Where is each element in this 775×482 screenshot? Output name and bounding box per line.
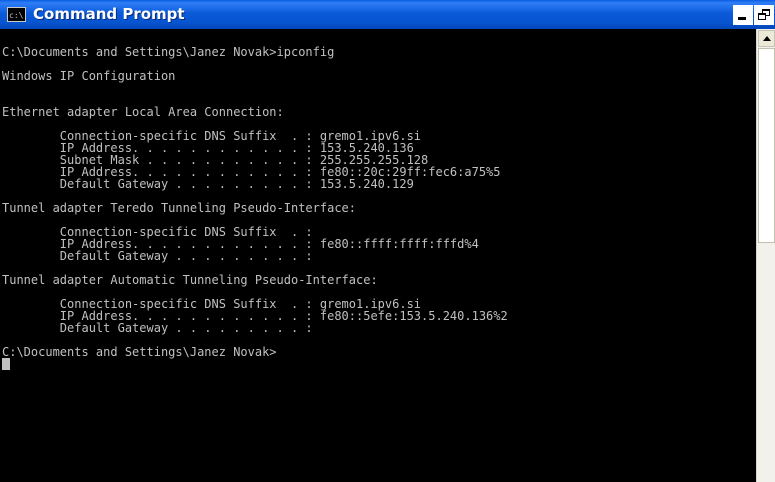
arrow-up-icon <box>763 36 771 41</box>
console-prompt-line[interactable]: C:\Documents and Settings\Janez Novak> <box>2 345 508 370</box>
console-line: Default Gateway . . . . . . . . . : <box>2 321 313 335</box>
console-line: Default Gateway . . . . . . . . . : <box>2 249 313 263</box>
console-output[interactable]: C:\Documents and Settings\Janez Novak>ip… <box>0 29 756 482</box>
window-title: Command Prompt <box>33 5 185 23</box>
scroll-up-button[interactable] <box>758 30 775 47</box>
console-line: Default Gateway . . . . . . . . . : 153.… <box>2 177 414 191</box>
vertical-scrollbar[interactable] <box>756 29 775 482</box>
minimize-icon <box>738 17 746 20</box>
restore-icon-front <box>758 13 766 20</box>
scroll-thumb[interactable] <box>758 48 775 243</box>
console-text: C:\Documents and Settings\Janez Novak>ip… <box>2 34 508 370</box>
console-line: Tunnel adapter Automatic Tunneling Pseud… <box>2 273 378 287</box>
console-line: Windows IP Configuration <box>2 69 176 83</box>
restore-icon <box>758 9 770 21</box>
restore-button[interactable] <box>754 5 774 25</box>
console-prompt: C:\Documents and Settings\Janez Novak> <box>2 345 277 359</box>
console-line: Ethernet adapter Local Area Connection: <box>2 105 284 119</box>
command-prompt-window: c:\ Command Prompt C:\Documents and Sett… <box>0 0 775 482</box>
console-line: Tunnel adapter Teredo Tunneling Pseudo-I… <box>2 201 357 215</box>
text-cursor <box>2 358 10 370</box>
title-bar[interactable]: c:\ Command Prompt <box>0 0 775 29</box>
console-line: C:\Documents and Settings\Janez Novak>ip… <box>2 45 335 59</box>
minimize-button[interactable] <box>733 5 753 25</box>
console-icon[interactable]: c:\ <box>7 7 26 22</box>
